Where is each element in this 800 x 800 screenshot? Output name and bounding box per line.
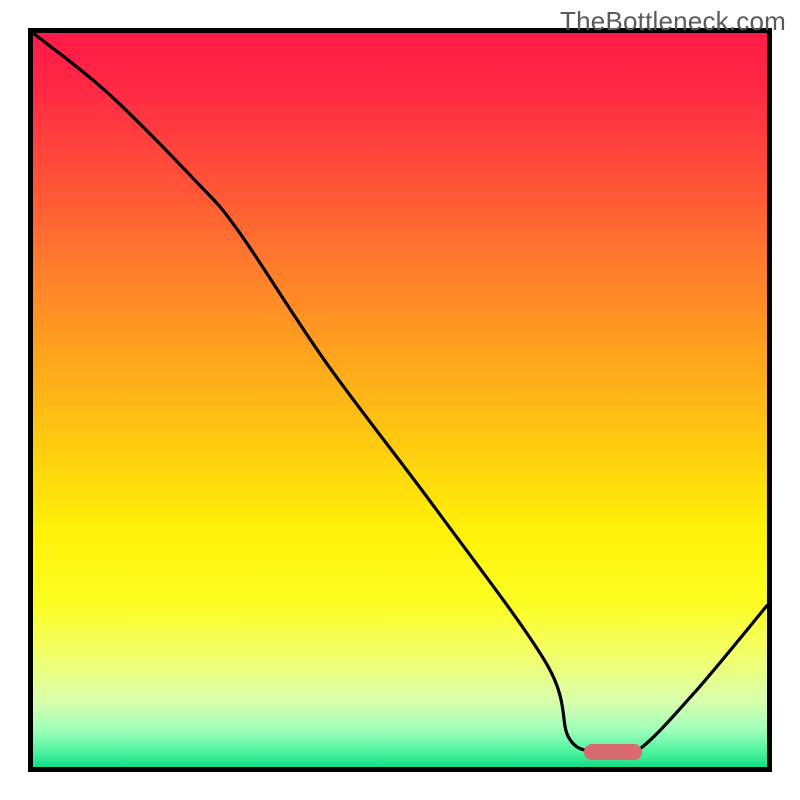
bottleneck-curve-path (33, 33, 767, 757)
watermark-text: TheBottleneck.com (560, 6, 786, 37)
optimum-marker (584, 744, 642, 760)
plot-area (28, 28, 772, 772)
chart-container: TheBottleneck.com (0, 0, 800, 800)
curve-svg (33, 33, 767, 767)
